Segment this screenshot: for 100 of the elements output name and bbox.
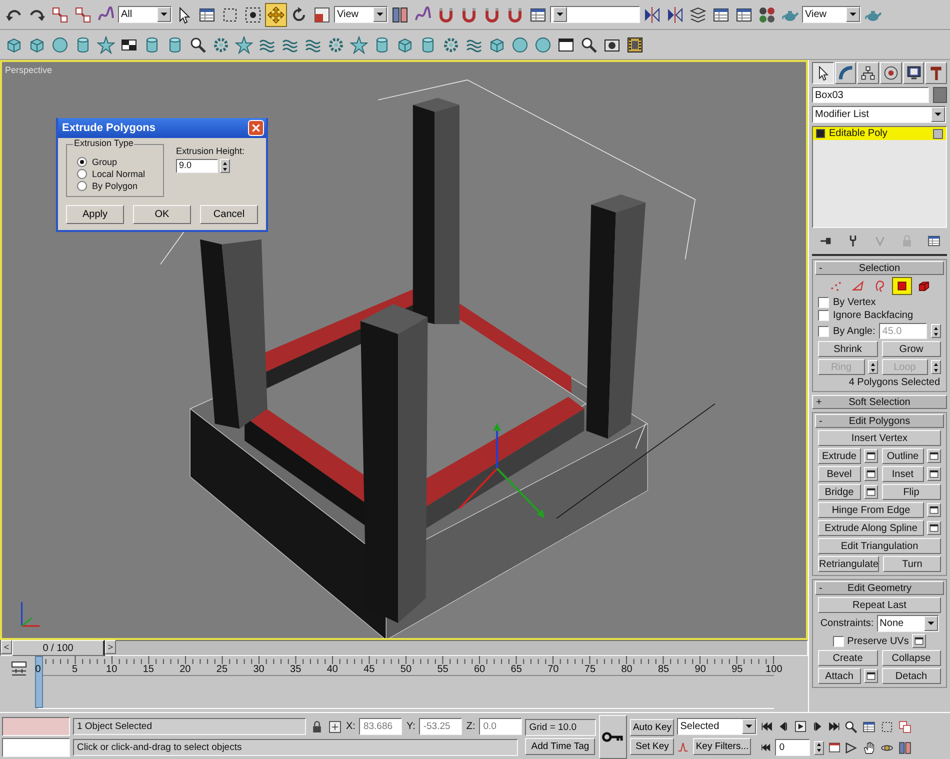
set-key-button[interactable] [599,715,628,759]
field-label: Constraints: [820,618,874,629]
overlapping-squares-icon [898,720,912,734]
dropdown[interactable]: All [118,6,172,23]
rollout-header[interactable]: - Edit Geometry [815,581,944,595]
dropdown[interactable]: View [802,6,861,23]
settings-button[interactable] [927,521,941,535]
frame-number: 70 [546,664,560,675]
frame-number: 60 [473,664,486,675]
perspective-viewport[interactable]: Perspective Extrude Polygons Extrusion Type Group Local Normal By Polygon Extrusion Height: 9.0 Apply OK Cancel [0,60,808,640]
settings-button[interactable] [864,449,878,463]
square-button[interactable] [892,277,912,295]
dropdown[interactable]: Selected [677,718,758,735]
panel-button[interactable]: Edit Triangulation [818,538,941,554]
script-output-field[interactable] [2,717,70,736]
auto-key-button[interactable]: Auto Key [630,719,674,736]
panel-button[interactable]: Insert Vertex [818,430,941,446]
panel-button[interactable]: Flip [882,484,941,500]
dialog-button[interactable]: Apply [66,205,124,224]
settings-button[interactable] [927,467,941,481]
checkbox[interactable] [833,636,844,646]
dialog-button[interactable]: Cancel [200,205,258,224]
settings-button[interactable] [864,669,878,683]
frame-number: 45 [362,664,376,675]
dropdown[interactable]: None [876,615,939,632]
radio-button[interactable] [77,181,87,191]
stack-item[interactable]: Editable Poly [813,127,946,140]
panel-button[interactable]: Repeat Last [818,597,941,613]
height-field[interactable]: 9.0 [176,159,218,173]
checkbox[interactable] [818,297,829,308]
frame-number: 5 [71,664,79,675]
panel-button[interactable]: Inset [882,466,924,482]
panel-tab[interactable] [812,62,834,84]
coordinate-field[interactable]: -53.25 [419,718,462,735]
panel-button[interactable]: Retriangulate [818,556,880,572]
settings-button[interactable] [864,485,878,499]
track-view-icon [10,660,28,678]
next-frame-button[interactable]: > [105,640,116,654]
panel-button[interactable]: Extrude Along Spline [818,520,924,536]
settings-button[interactable] [927,503,941,517]
spinner-arrows[interactable] [931,324,941,338]
rollout-header[interactable]: + Soft Selection [812,395,947,409]
close-button[interactable] [248,120,264,136]
frame-number: 90 [694,664,707,675]
panel-button[interactable]: Turn [883,556,941,572]
sphere-icon [534,36,552,54]
selection-status: 4 Polygons Selected [848,377,941,388]
grid-window-icon [862,720,876,734]
checkbox-label: By Angle: [833,326,876,336]
triangle-icon [850,279,864,293]
panel-button[interactable]: Create [818,650,878,666]
settings-button[interactable] [912,634,926,648]
star-icon [97,36,115,54]
panel-button[interactable]: Hinge From Edge [818,502,924,518]
dialog-button[interactable]: OK [133,205,191,224]
spinner-arrows[interactable] [814,740,824,754]
skip-end-icon [828,720,842,733]
dropdown[interactable] [550,6,640,23]
panel-button[interactable]: Shrink [818,341,878,357]
color-swatch[interactable] [933,87,947,103]
scale-icon [313,6,331,24]
panel-button[interactable]: Attach [818,668,860,684]
script-input-field[interactable] [2,738,70,757]
wheel-icon [882,65,899,81]
dropdown[interactable]: View [334,6,388,23]
key-filters-button[interactable]: Key Filters... [693,738,752,755]
spheres-icon [758,6,776,24]
coordinate-field[interactable]: 0.0 [479,718,522,735]
previous-frame-button[interactable]: < [1,640,12,654]
rollout-header[interactable]: - Selection [815,261,944,275]
checkbox-label: By Vertex [833,297,876,308]
time-tag-button[interactable]: Add Time Tag [525,738,596,755]
frame-field[interactable]: 0 [775,739,810,756]
set-key-mode-button[interactable]: Set Key [630,738,674,755]
sphere-icon [51,36,69,54]
panel-button[interactable]: Bridge [818,484,860,500]
frame-number: 20 [178,664,192,675]
rollout-header[interactable]: - Edit Polygons [815,414,944,428]
panel-button[interactable]: Collapse [882,650,941,666]
panel-button[interactable]: Detach [882,668,941,684]
radio-button[interactable] [77,157,87,167]
hammer-icon [928,65,944,81]
settings-button[interactable] [864,467,878,481]
modifier-list-dropdown[interactable]: Modifier List [812,106,946,123]
object-name-field[interactable]: Box03 [812,87,929,103]
move-button[interactable] [265,2,287,26]
spinner-arrows[interactable] [220,159,230,173]
radio-button[interactable] [77,169,87,179]
settings-button[interactable] [927,449,941,463]
checkbox[interactable] [818,310,829,321]
cube-icon [5,36,23,54]
checkbox[interactable] [818,326,829,336]
coordinate-field[interactable]: 83.686 [359,718,402,735]
panel-button[interactable]: Grow [882,341,941,357]
time-slider-thumb[interactable]: 0 / 100 [12,640,105,656]
radio-label: By Polygon [92,181,138,191]
panel-button[interactable]: Outline [882,448,924,464]
panel-button[interactable]: Extrude [818,448,860,464]
panel-button[interactable]: Bevel [818,466,860,482]
cube-icon [28,36,46,54]
